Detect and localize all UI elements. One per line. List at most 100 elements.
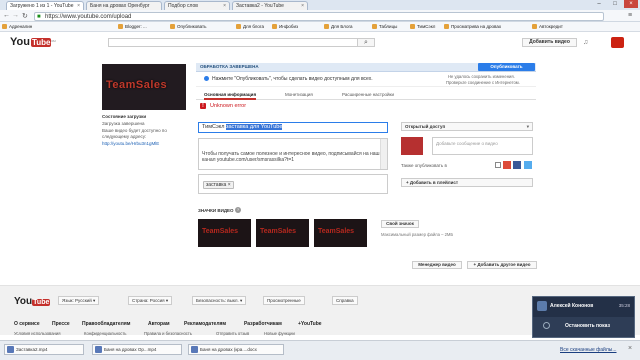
bookmark-item[interactable]: Для блога: [236, 23, 264, 31]
tag-chip[interactable]: заставка ×: [203, 181, 234, 189]
error-text: Unknown error: [210, 103, 247, 109]
help-button[interactable]: Справка: [332, 296, 358, 305]
footer-link[interactable]: О сервисе: [14, 321, 40, 327]
video-link[interactable]: http://youtu.be/Hrbu3n1gMlE: [102, 141, 159, 146]
maximize-icon[interactable]: □: [608, 0, 622, 8]
tab-monetization[interactable]: Монетизация: [285, 92, 313, 97]
close-icon[interactable]: ×: [628, 345, 632, 352]
file-icon: [191, 346, 198, 353]
tab-basic-info[interactable]: Основная информация: [204, 92, 257, 100]
error-message: ! Unknown error: [196, 102, 536, 111]
close-icon[interactable]: ×: [77, 2, 80, 10]
show-all-downloads-link[interactable]: Все скачанные файлы...: [560, 347, 617, 353]
tab-zastavka[interactable]: Заставка2 - YouTube ×: [232, 1, 308, 10]
footer-link[interactable]: Рекламодателям: [184, 321, 226, 327]
bookmark-icon: [324, 24, 329, 30]
video-manager-button[interactable]: Менеджер видео: [412, 261, 462, 269]
file-icon: [7, 346, 14, 353]
url-text: https://www.youtube.com/upload: [45, 14, 132, 20]
presenter-name: Алексей Кононов: [550, 303, 594, 309]
tab-advanced-settings[interactable]: Расширенные настройки: [342, 92, 394, 97]
bookmark-item[interactable]: ТимСэкл: [410, 23, 435, 31]
youtube-logo[interactable]: You TubeRU: [10, 36, 56, 48]
video-thumbnail: TeamSales: [102, 64, 186, 110]
publish-info: Нажмите "Опубликовать", чтобы сделать ви…: [196, 73, 536, 87]
bookmark-icon: [532, 24, 537, 30]
remove-tag-icon[interactable]: ×: [228, 182, 231, 188]
forward-icon[interactable]: →: [12, 12, 19, 19]
link-caption: Ваше видео будет доступно по следующему …: [102, 128, 167, 139]
tab-upload[interactable]: Загружено 1 из 1 - YouTube ×: [6, 1, 84, 10]
description-scrollbar[interactable]: [380, 139, 387, 169]
thumbnail-option[interactable]: TeamSales: [314, 219, 367, 247]
footer-link[interactable]: +YouTube: [298, 321, 322, 327]
facebook-icon[interactable]: [513, 161, 521, 169]
footer-link[interactable]: Прессе: [52, 321, 70, 327]
share-time: 35:28: [618, 303, 630, 308]
help-icon[interactable]: ?: [235, 207, 241, 213]
bookmark-item[interactable]: Автокредит: [532, 23, 563, 31]
download-item[interactable]: Заставка2.mp4: [4, 344, 84, 355]
footer-link[interactable]: Новые функции: [264, 331, 295, 336]
custom-thumbnail-button[interactable]: Свой значок: [381, 220, 419, 228]
bookmark-item[interactable]: Blogger: ...: [118, 23, 147, 31]
menu-icon[interactable]: ≡: [628, 12, 632, 19]
bookmark-item[interactable]: Для Блога: [324, 23, 353, 31]
language-select[interactable]: Язык: Русский ▾: [58, 296, 100, 305]
tab-words[interactable]: Подбор слов ×: [164, 1, 230, 10]
download-item[interactable]: Баня на дровах (кра....docx: [188, 344, 284, 355]
publish-button[interactable]: Опубликовать: [478, 63, 535, 71]
twitter-icon[interactable]: [524, 161, 532, 169]
footer-link[interactable]: Разработчикам: [244, 321, 282, 327]
country-select[interactable]: Страна: Россия ▾: [128, 296, 173, 305]
footer-link[interactable]: Условия использования: [14, 331, 60, 336]
avatar: [537, 301, 547, 311]
url-input[interactable]: ■ https://www.youtube.com/upload: [34, 12, 604, 21]
tab-banya[interactable]: Баня на дровах Оренбург: [86, 1, 162, 10]
tab-title: Подбор слов: [168, 3, 198, 9]
download-item[interactable]: Баня на дровах Ор...mp4: [92, 344, 182, 355]
footer-link[interactable]: Авторам: [148, 321, 170, 327]
thumbnail-option[interactable]: TeamSales: [256, 219, 309, 247]
back-icon[interactable]: ←: [3, 12, 10, 19]
search-input[interactable]: [108, 38, 358, 47]
description-input[interactable]: Чтобы получать самое полезное и интересн…: [198, 138, 388, 170]
notifications-icon[interactable]: ♫: [583, 38, 591, 47]
google-plus-icon[interactable]: [503, 161, 511, 169]
bookmark-item[interactable]: Просматрива на дровах: [444, 23, 501, 31]
reload-icon[interactable]: ↻: [22, 12, 28, 20]
file-icon: [95, 346, 102, 353]
title-input[interactable]: ТимСэкл заставка для YouTube: [198, 122, 388, 133]
safety-select[interactable]: Безопасность: выкл. ▾: [192, 296, 247, 305]
share-checkbox[interactable]: [495, 162, 501, 168]
add-another-video-button[interactable]: + Добавить другое видео: [467, 261, 537, 269]
footer-link[interactable]: Правообладателям: [82, 321, 130, 327]
bookmark-item[interactable]: Инфобиз: [272, 23, 298, 31]
avatar[interactable]: [611, 37, 624, 48]
lock-icon: ■: [37, 14, 41, 20]
footer-link[interactable]: Отправить отзыв: [216, 331, 249, 336]
history-button[interactable]: Просмотренные: [263, 296, 305, 305]
close-icon[interactable]: ×: [301, 2, 304, 10]
footer-link[interactable]: Правила и безопасность: [144, 331, 192, 336]
bookmark-item[interactable]: Адреналин: [2, 23, 32, 31]
add-to-playlist-button[interactable]: + Добавить в плейлист: [401, 178, 533, 187]
footer-logo[interactable]: YouTube: [14, 296, 51, 307]
bookmark-item[interactable]: Опубликовать: [170, 23, 206, 31]
bookmark-icon: [444, 24, 449, 30]
thumbnail-option[interactable]: TeamSales: [198, 219, 251, 247]
share-message-input[interactable]: Добавьте сообщение о видео: [432, 137, 533, 155]
footer-link[interactable]: Конфиденциальность: [84, 331, 126, 336]
upload-button[interactable]: Добавить видео: [522, 38, 577, 47]
chevron-down-icon: ▾: [526, 124, 529, 129]
minimize-icon[interactable]: –: [592, 0, 606, 8]
search-icon[interactable]: ⌕: [357, 38, 375, 47]
privacy-select[interactable]: Открытый доступ ▾: [401, 122, 533, 131]
bookmark-item[interactable]: Таблицы: [372, 23, 397, 31]
thumbnails-label: ЗНАЧКИ ВИДЕО: [198, 208, 234, 213]
close-icon[interactable]: ×: [223, 2, 226, 10]
bookmark-icon: [2, 24, 7, 30]
stop-share-button[interactable]: Остановить показ: [565, 323, 610, 329]
info-icon: [204, 76, 209, 81]
close-window-icon[interactable]: ×: [624, 0, 638, 8]
